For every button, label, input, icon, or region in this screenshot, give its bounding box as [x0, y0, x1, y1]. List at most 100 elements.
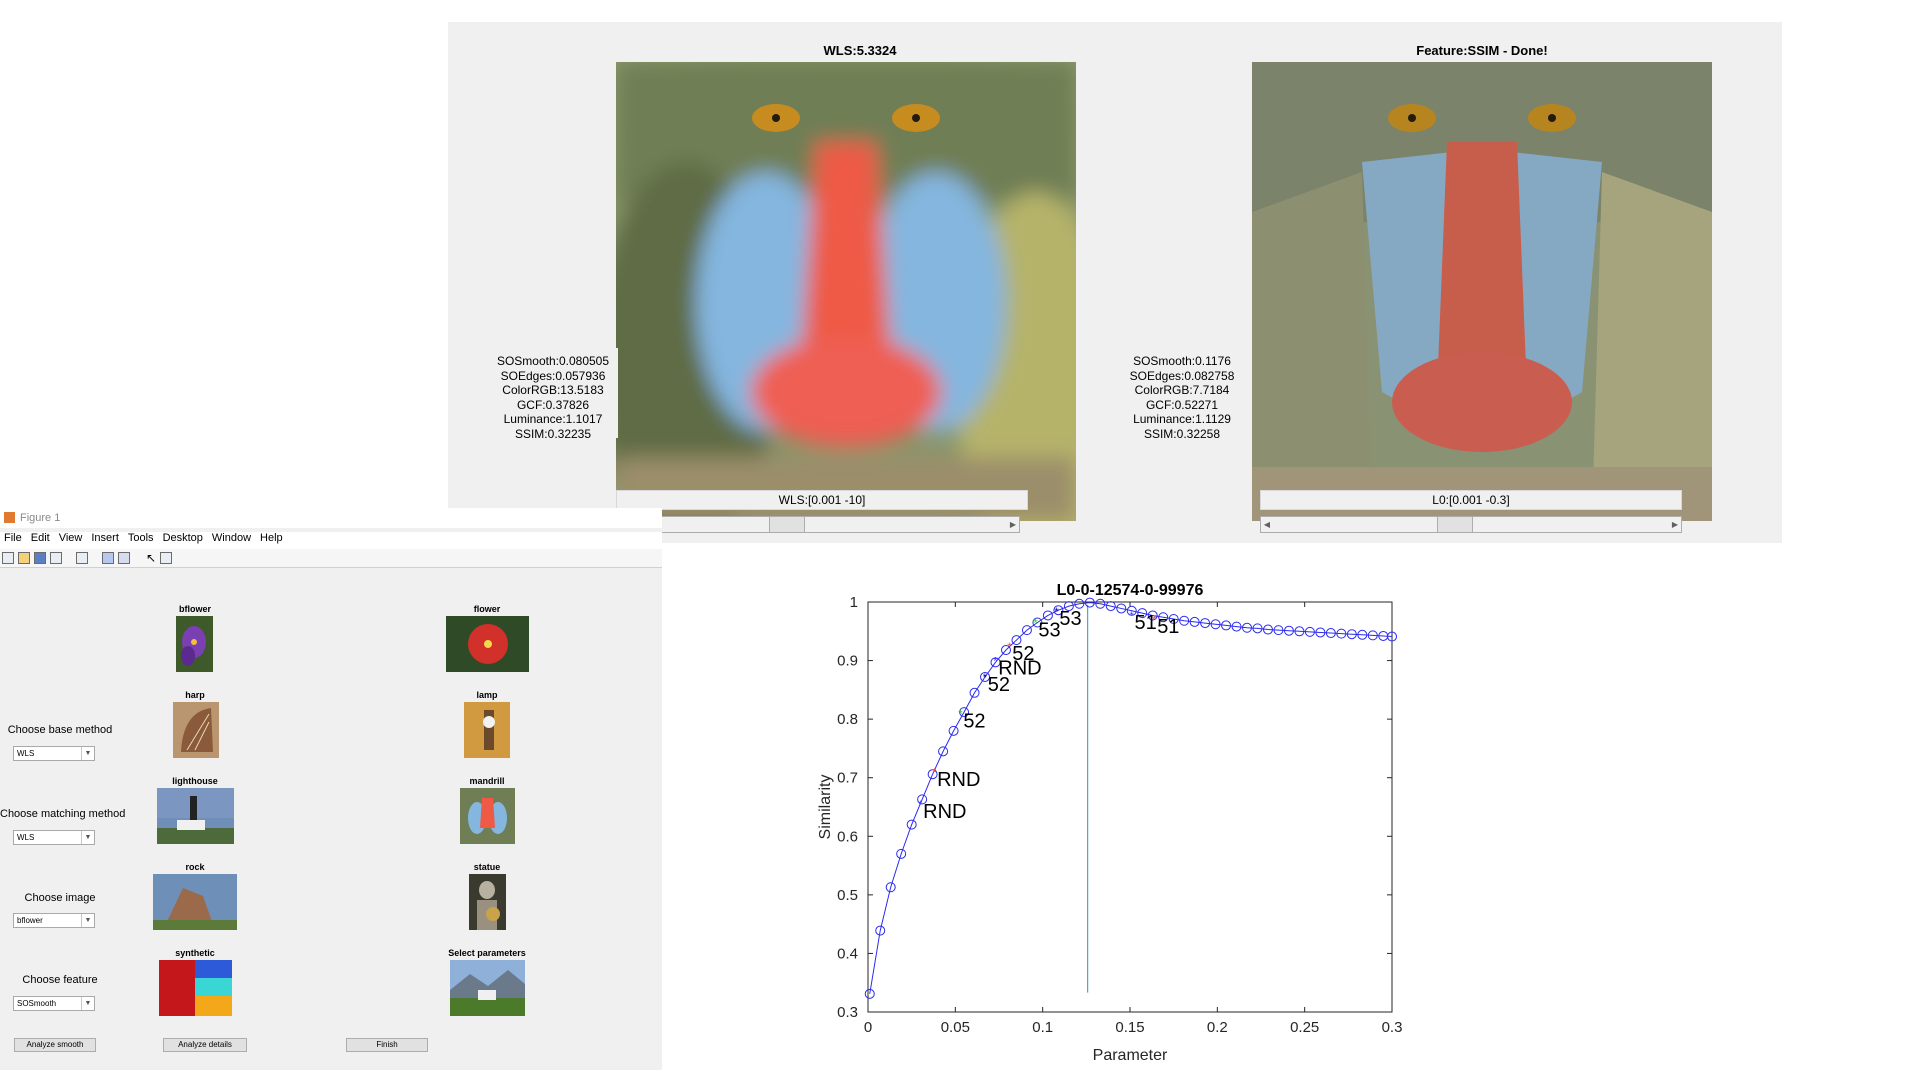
figure-toolbar: ↖ — [0, 549, 662, 568]
menu-view[interactable]: View — [59, 532, 83, 544]
insert-legend-icon[interactable] — [118, 552, 130, 564]
y-tick-label: 0.6 — [837, 828, 858, 845]
right-metrics-panel: SOSmooth:0.1176 SOEdges:0.082758 ColorRG… — [1112, 348, 1252, 441]
y-tick-label: 1 — [850, 594, 858, 611]
menu-help[interactable]: Help — [260, 532, 283, 544]
result-figure: WLS:5.3324 SOSmooth:0.080505 SOEdges:0.0… — [448, 22, 1782, 543]
metric-gcf: GCF:0.37826 — [516, 397, 590, 412]
dropdown-value: WLS — [17, 833, 35, 842]
left-filtered-image — [616, 62, 1076, 521]
slider-thumb[interactable] — [768, 517, 805, 532]
left-parameter-slider[interactable]: ◀ ▶ — [600, 516, 1020, 533]
print-preview-icon[interactable] — [76, 552, 88, 564]
thumb-rock[interactable] — [153, 874, 237, 930]
x-tick-label: 0.15 — [1115, 1019, 1144, 1036]
chevron-down-icon[interactable]: ▼ — [81, 831, 94, 844]
chart-title: L0-0-12574-0-99976 — [1057, 582, 1204, 599]
menu-desktop[interactable]: Desktop — [163, 532, 203, 544]
menu-bar: File Edit View Insert Tools Desktop Window Help — [0, 532, 662, 549]
window-title: Figure 1 — [20, 512, 61, 524]
x-tick-label: 0.2 — [1207, 1019, 1228, 1036]
insert-colorbar-icon[interactable] — [102, 552, 114, 564]
dropdown-image[interactable]: bflower ▼ — [13, 913, 95, 928]
thumb-lamp[interactable] — [464, 702, 510, 758]
label-choose-base-method: Choose base method — [7, 724, 113, 736]
caption-synthetic: synthetic — [175, 948, 215, 958]
x-tick-label: 0 — [864, 1019, 872, 1036]
x-axis-label: Parameter — [1093, 1047, 1168, 1064]
thumb-flower[interactable] — [446, 616, 529, 672]
y-tick-label: 0.7 — [837, 770, 858, 787]
thumb-mandrill[interactable] — [460, 788, 515, 844]
analyze-smooth-button[interactable]: Analyze smooth — [14, 1038, 96, 1052]
caption-lamp: lamp — [476, 690, 498, 700]
thumb-harp[interactable] — [173, 702, 219, 758]
annotation-label: 53 — [1038, 620, 1060, 642]
chevron-down-icon[interactable]: ▼ — [81, 997, 94, 1010]
menu-edit[interactable]: Edit — [31, 532, 50, 544]
thumb-statue[interactable] — [469, 874, 506, 930]
right-parameter-slider[interactable]: ◀ ▶ — [1260, 516, 1682, 533]
pointer-icon[interactable]: ↖ — [146, 551, 156, 565]
y-tick-label: 0.5 — [837, 887, 858, 904]
similarity-chart: * RND* RND* 52* 52* RND* 52* 53* 53 * 51* 51 L0-0-1… — [817, 582, 1403, 1064]
slider-left-arrow-icon[interactable]: ◀ — [1261, 517, 1273, 532]
menu-window[interactable]: Window — [212, 532, 251, 544]
caption-rock: rock — [185, 862, 205, 872]
dropdown-matching-method[interactable]: WLS ▼ — [13, 830, 95, 845]
metric-sosmooth: SOSmooth:0.1176 — [1133, 354, 1231, 368]
menu-tools[interactable]: Tools — [128, 532, 154, 544]
slider-thumb[interactable] — [1436, 517, 1473, 532]
new-file-icon[interactable] — [2, 552, 14, 564]
right-filtered-image — [1252, 62, 1712, 521]
annotation-label: RND — [923, 801, 966, 823]
metric-colorrgb: ColorRGB:7.7184 — [1134, 383, 1230, 397]
y-tick-label: 0.4 — [837, 945, 858, 962]
metric-gcf: GCF:0.52271 — [1145, 397, 1219, 412]
label-choose-image: Choose image — [24, 892, 96, 904]
thumb-synthetic[interactable] — [159, 960, 232, 1016]
caption-harp: harp — [185, 690, 205, 700]
dropdown-value: WLS — [17, 749, 35, 758]
dropdown-value: bflower — [17, 916, 43, 925]
x-tick-label: 0.05 — [941, 1019, 970, 1036]
left-image-title: WLS:5.3324 — [823, 43, 897, 58]
right-image-title: Feature:SSIM - Done! — [1416, 43, 1548, 58]
menu-file[interactable]: File — [4, 532, 22, 544]
dropdown-value: SOSmooth — [17, 999, 57, 1008]
x-tick-label: 0.3 — [1382, 1019, 1403, 1036]
y-tick-label: 0.9 — [837, 653, 858, 670]
chevron-down-icon[interactable]: ▼ — [81, 747, 94, 760]
left-metrics-panel: SOSmooth:0.080505 SOEdges:0.057936 Color… — [488, 348, 618, 441]
dropdown-base-method[interactable]: WLS ▼ — [13, 746, 95, 761]
analyze-details-button[interactable]: Analyze details — [163, 1038, 247, 1052]
thumb-select-parameters[interactable] — [450, 960, 525, 1016]
caption-mandrill: mandrill — [469, 776, 505, 786]
save-icon[interactable] — [34, 552, 46, 564]
thumb-lighthouse[interactable] — [157, 788, 234, 844]
metric-soedges: SOEdges:0.082758 — [1129, 368, 1235, 383]
slider-right-arrow-icon[interactable]: ▶ — [1669, 517, 1681, 532]
print-icon[interactable] — [50, 552, 62, 564]
dropdown-feature[interactable]: SOSmooth ▼ — [13, 996, 95, 1011]
caption-flower: flower — [473, 604, 501, 614]
annotation-label: 52 — [963, 710, 985, 732]
x-tick-labels: 0 0.05 0.1 0.15 0.2 0.25 0.3 — [864, 1019, 1403, 1036]
y-tick-labels: 0.3 0.4 0.5 0.6 0.7 0.8 0.9 1 — [837, 594, 858, 1021]
caption-bflower: bflower — [178, 604, 211, 614]
y-tick-label: 0.3 — [837, 1004, 858, 1021]
right-parameter-label: L0:[0.001 -0.3] — [1260, 490, 1682, 510]
thumb-bflower[interactable] — [176, 616, 213, 672]
annotation-label: 52 — [1012, 643, 1034, 665]
metric-luminance: Luminance:1.1017 — [503, 412, 603, 426]
chevron-down-icon[interactable]: ▼ — [81, 914, 94, 927]
finish-button[interactable]: Finish — [346, 1038, 428, 1052]
annotation-label: 51 — [1157, 616, 1179, 638]
open-folder-icon[interactable] — [18, 552, 30, 564]
matlab-figure-icon — [4, 512, 15, 523]
property-editor-icon[interactable] — [160, 552, 172, 564]
window-titlebar[interactable]: Figure 1 — [0, 508, 662, 528]
annotation-label: 53 — [1059, 608, 1081, 630]
menu-insert[interactable]: Insert — [91, 532, 119, 544]
slider-right-arrow-icon[interactable]: ▶ — [1007, 517, 1019, 532]
